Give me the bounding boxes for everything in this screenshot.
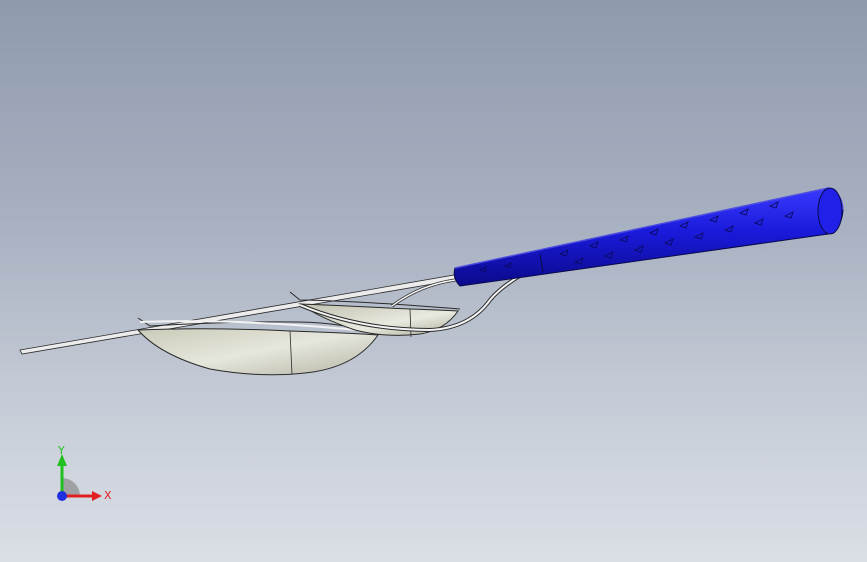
spoon-assembly-model[interactable] <box>0 0 867 562</box>
3d-viewport[interactable]: Y X <box>0 0 867 562</box>
z-axis-marker <box>57 491 67 501</box>
blue-handle <box>453 187 844 287</box>
y-axis-label: Y <box>57 444 65 457</box>
x-axis-arrowhead <box>92 491 102 501</box>
x-axis-label: X <box>104 489 112 502</box>
coordinate-triad: Y X <box>57 444 112 502</box>
